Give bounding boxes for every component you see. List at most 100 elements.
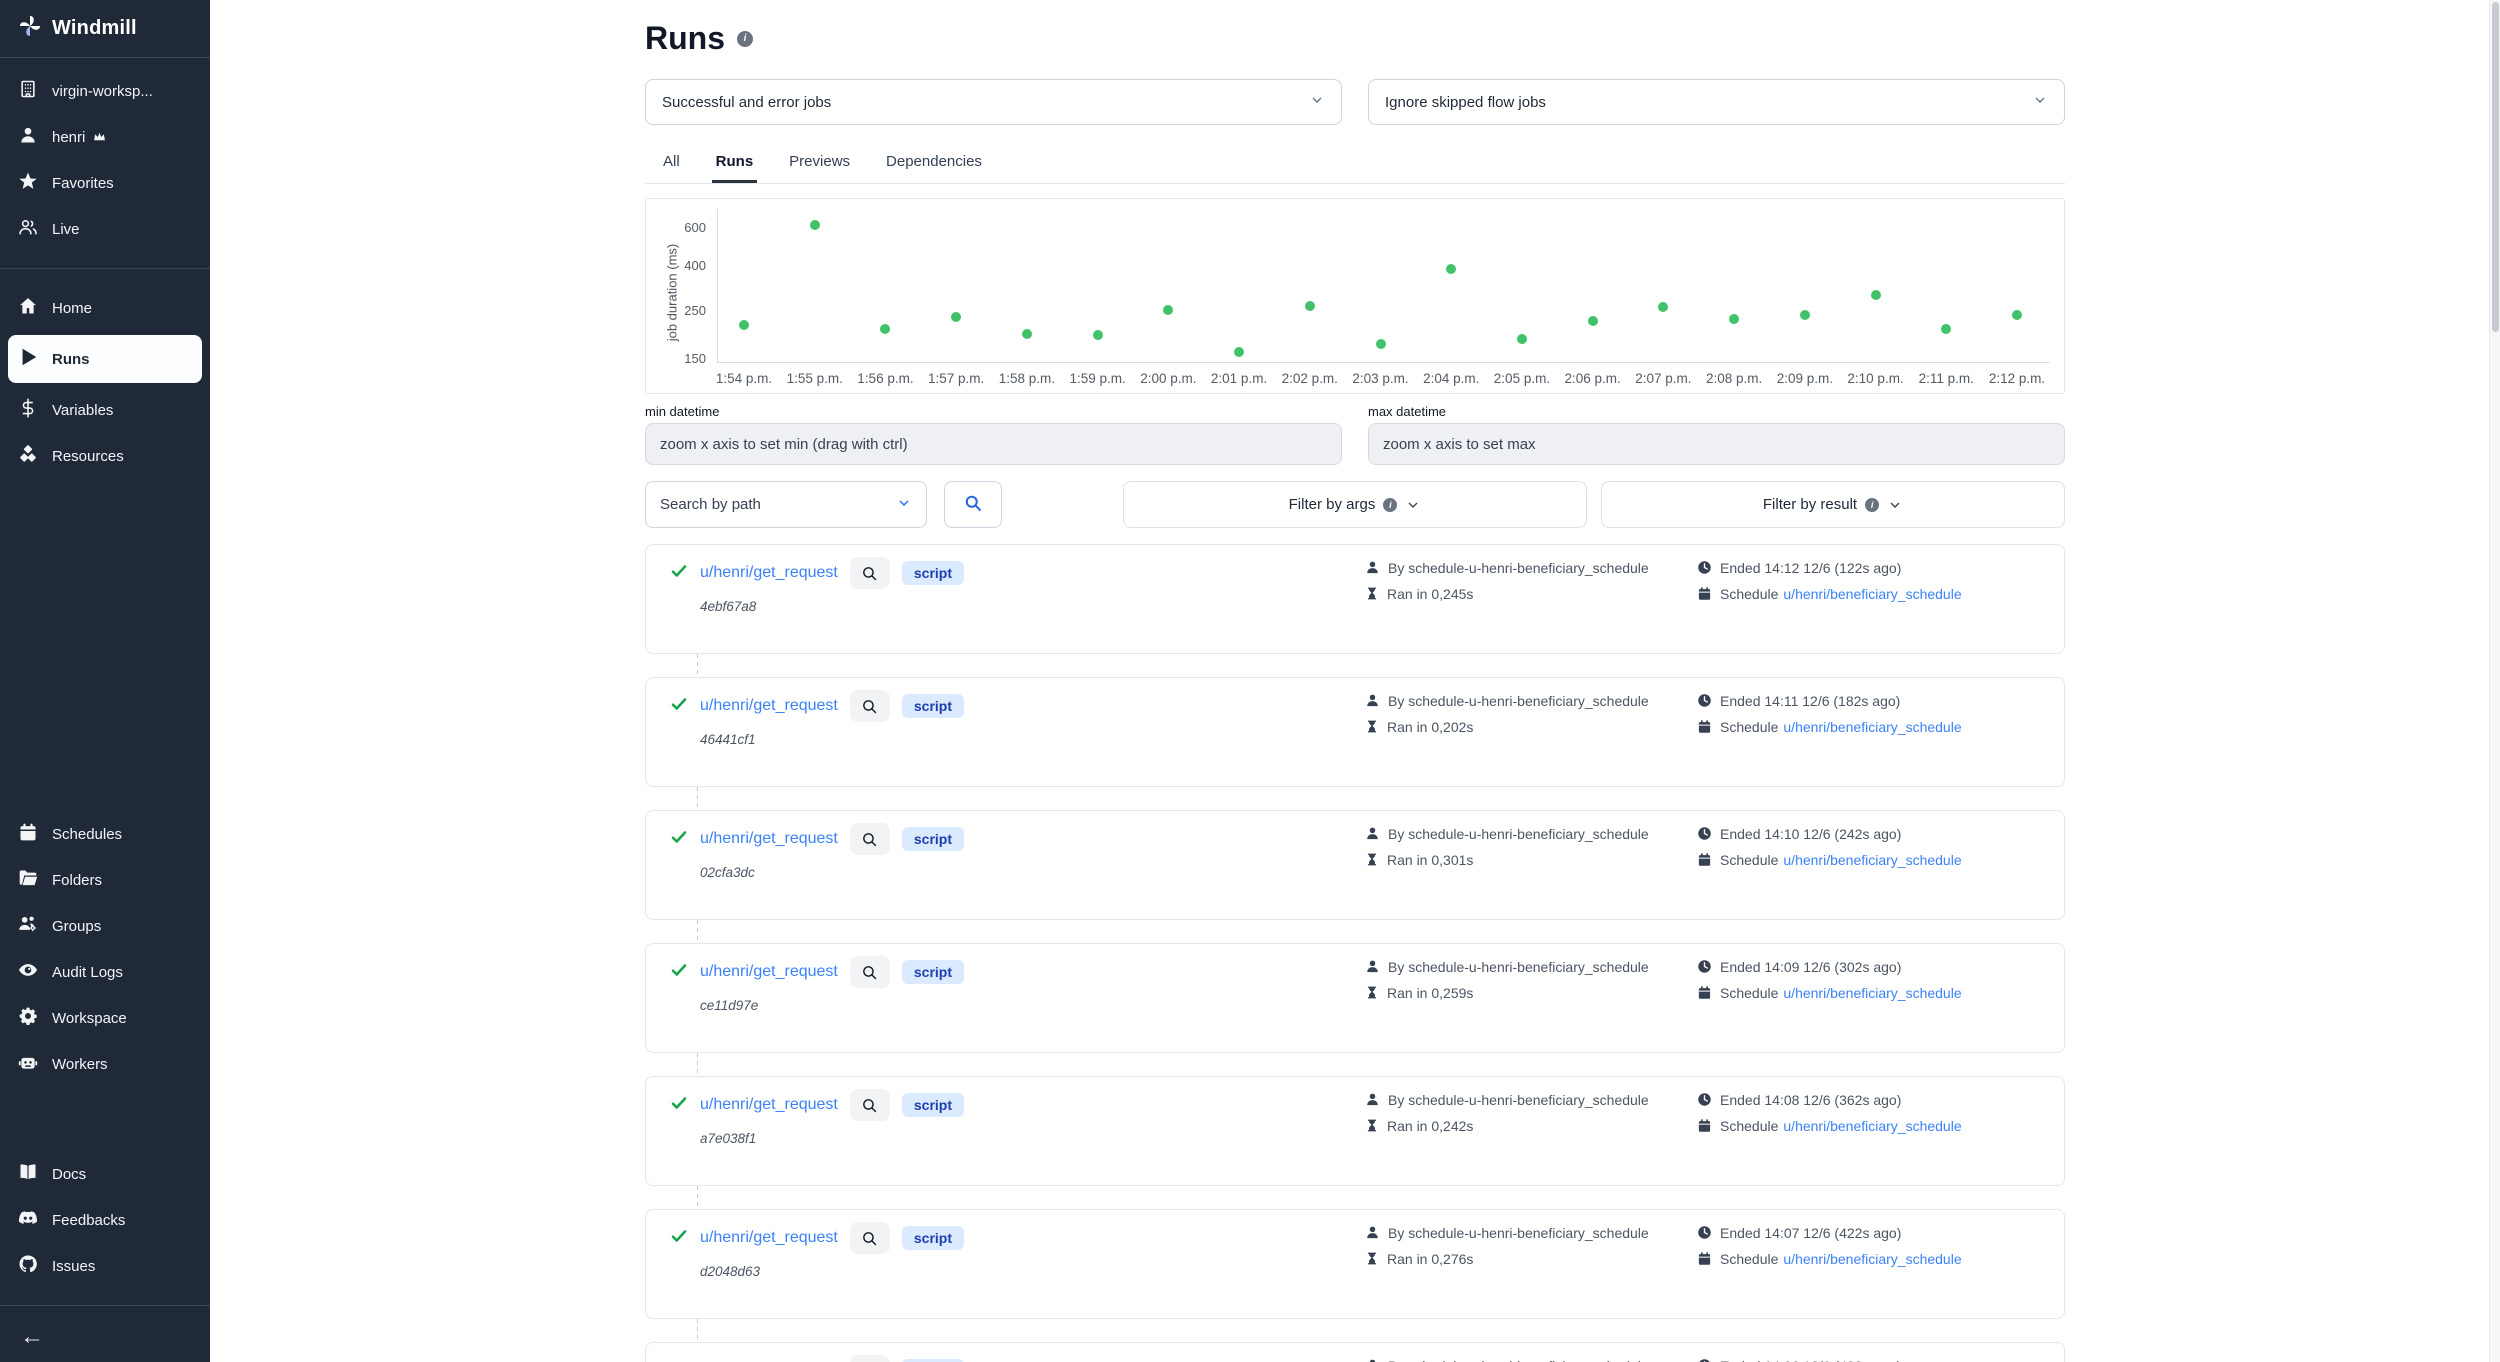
run-card[interactable]: u/henri/get_request script 4ebf67a8 By s… (645, 544, 2065, 654)
chart-x-tick: 2:07 p.m. (1623, 371, 1703, 386)
hourglass-icon (1365, 1118, 1379, 1133)
run-path-link[interactable]: u/henri/get_request (700, 1096, 838, 1114)
app-logo[interactable]: Windmill (0, 0, 210, 58)
info-icon[interactable]: i (737, 31, 753, 47)
sidebar-item-runs[interactable]: Runs (8, 335, 202, 383)
filter-by-args-button[interactable]: Filter by args i (1123, 481, 1587, 528)
job-status-select[interactable]: Successful and error jobs (645, 79, 1342, 125)
run-schedule-link[interactable]: u/henri/beneficiary_schedule (1783, 984, 1961, 1003)
run-schedule-link[interactable]: u/henri/beneficiary_schedule (1783, 851, 1961, 870)
run-path-link[interactable]: u/henri/get_request (700, 1229, 838, 1247)
chart-data-point[interactable] (1800, 310, 1810, 320)
run-connector-line (697, 920, 698, 943)
max-datetime-label: max datetime (1368, 404, 2065, 419)
runs-duration-chart[interactable]: job duration (ms) 6004002501501:54 p.m.1… (645, 198, 2065, 394)
tabs-bar: All Runs Previews Dependencies (645, 141, 2065, 184)
filter-by-result-button[interactable]: Filter by result i (1601, 481, 2065, 528)
chart-data-point[interactable] (1022, 329, 1032, 339)
sidebar-collapse-button[interactable]: ← (0, 1312, 210, 1362)
chart-data-point[interactable] (810, 220, 820, 230)
run-duration: Ran in 0,245s (1387, 585, 1473, 604)
page-scrollbar[interactable] (2489, 0, 2500, 1362)
sidebar-item-user[interactable]: henri (0, 114, 210, 160)
chart-data-point[interactable] (1871, 290, 1881, 300)
sidebar-item-audit-logs[interactable]: Audit Logs (0, 949, 210, 995)
chart-data-point[interactable] (880, 324, 890, 334)
chart-data-point[interactable] (1588, 316, 1598, 326)
run-card[interactable]: u/henri/get_request script 02cfa3dc By s… (645, 810, 2065, 920)
run-path-link[interactable]: u/henri/get_request (700, 697, 838, 715)
chart-data-point[interactable] (739, 320, 749, 330)
success-check-icon (670, 562, 688, 585)
run-detail-search-button[interactable] (850, 956, 890, 988)
sidebar-item-docs[interactable]: Docs (0, 1151, 210, 1197)
tab-all[interactable]: All (659, 141, 684, 183)
home-icon (18, 296, 38, 320)
run-detail-search-button[interactable] (850, 1089, 890, 1121)
run-path-link[interactable]: u/henri/get_request (700, 564, 838, 582)
chart-x-tick: 1:58 p.m. (987, 371, 1067, 386)
sidebar-item-favorites[interactable]: Favorites (0, 160, 210, 206)
job-status-select-value: Successful and error jobs (662, 94, 831, 111)
eye-icon (18, 960, 38, 984)
run-id-hash: 4ebf67a8 (700, 599, 1365, 614)
run-detail-search-button[interactable] (850, 690, 890, 722)
run-schedule-link[interactable]: u/henri/beneficiary_schedule (1783, 1250, 1961, 1269)
sidebar-item-issues[interactable]: Issues (0, 1243, 210, 1289)
sidebar-item-live[interactable]: Live (0, 206, 210, 252)
chart-data-point[interactable] (1234, 347, 1244, 357)
sidebar-item-variables[interactable]: Variables (0, 387, 210, 433)
chart-data-point[interactable] (1163, 305, 1173, 315)
run-card[interactable]: u/henri/get_request script a7e038f1 By s… (645, 1076, 2065, 1186)
search-by-path-select[interactable]: Search by path (645, 481, 927, 528)
run-path-link[interactable]: u/henri/get_request (700, 963, 838, 981)
min-datetime-input[interactable] (645, 423, 1342, 465)
clock-icon (1697, 826, 1712, 841)
sidebar-item-groups[interactable]: Groups (0, 903, 210, 949)
sidebar-item-workers[interactable]: Workers (0, 1041, 210, 1087)
run-card[interactable]: u/henri/get_request script d2048d63 By s… (645, 1209, 2065, 1319)
sidebar-item-folders[interactable]: Folders (0, 857, 210, 903)
sidebar-item-home[interactable]: Home (0, 285, 210, 331)
run-card[interactable]: u/henri/get_request script By schedule-u… (645, 1342, 2065, 1362)
sidebar-item-workspace-settings[interactable]: Workspace (0, 995, 210, 1041)
tab-previews[interactable]: Previews (785, 141, 854, 183)
sidebar-item-label: Groups (52, 918, 101, 935)
sidebar-item-feedbacks[interactable]: Feedbacks (0, 1197, 210, 1243)
run-detail-search-button[interactable] (850, 1355, 890, 1362)
run-schedule-link[interactable]: u/henri/beneficiary_schedule (1783, 1117, 1961, 1136)
chart-data-point[interactable] (1305, 301, 1315, 311)
run-path-link[interactable]: u/henri/get_request (700, 830, 838, 848)
chart-x-tick: 1:55 p.m. (775, 371, 855, 386)
run-detail-search-button[interactable] (850, 557, 890, 589)
run-schedule-link[interactable]: u/henri/beneficiary_schedule (1783, 718, 1961, 737)
chart-data-point[interactable] (2012, 310, 2022, 320)
run-schedule-link[interactable]: u/henri/beneficiary_schedule (1783, 585, 1961, 604)
chart-data-point[interactable] (1658, 302, 1668, 312)
chart-data-point[interactable] (1376, 339, 1386, 349)
max-datetime-input[interactable] (1368, 423, 2065, 465)
sidebar-item-label: Live (52, 221, 80, 238)
chart-data-point[interactable] (1517, 334, 1527, 344)
run-card[interactable]: u/henri/get_request script ce11d97e By s… (645, 943, 2065, 1053)
skipped-flow-select[interactable]: Ignore skipped flow jobs (1368, 79, 2065, 125)
sidebar-item-workspace[interactable]: virgin-worksp... (0, 68, 210, 114)
search-icon (963, 493, 983, 516)
run-card[interactable]: u/henri/get_request script 46441cf1 By s… (645, 677, 2065, 787)
chart-y-tick: 600 (662, 220, 706, 235)
chart-data-point[interactable] (951, 312, 961, 322)
sidebar-item-resources[interactable]: Resources (0, 433, 210, 479)
page-title: Runs (645, 20, 725, 57)
chart-data-point[interactable] (1729, 314, 1739, 324)
chart-data-point[interactable] (1941, 324, 1951, 334)
user-icon (1365, 826, 1380, 841)
scrollbar-thumb[interactable] (2492, 2, 2499, 332)
tab-runs[interactable]: Runs (712, 141, 758, 183)
chart-data-point[interactable] (1093, 330, 1103, 340)
sidebar-item-schedules[interactable]: Schedules (0, 811, 210, 857)
search-button[interactable] (944, 481, 1002, 528)
chart-data-point[interactable] (1446, 264, 1456, 274)
run-detail-search-button[interactable] (850, 1222, 890, 1254)
tab-dependencies[interactable]: Dependencies (882, 141, 986, 183)
run-detail-search-button[interactable] (850, 823, 890, 855)
